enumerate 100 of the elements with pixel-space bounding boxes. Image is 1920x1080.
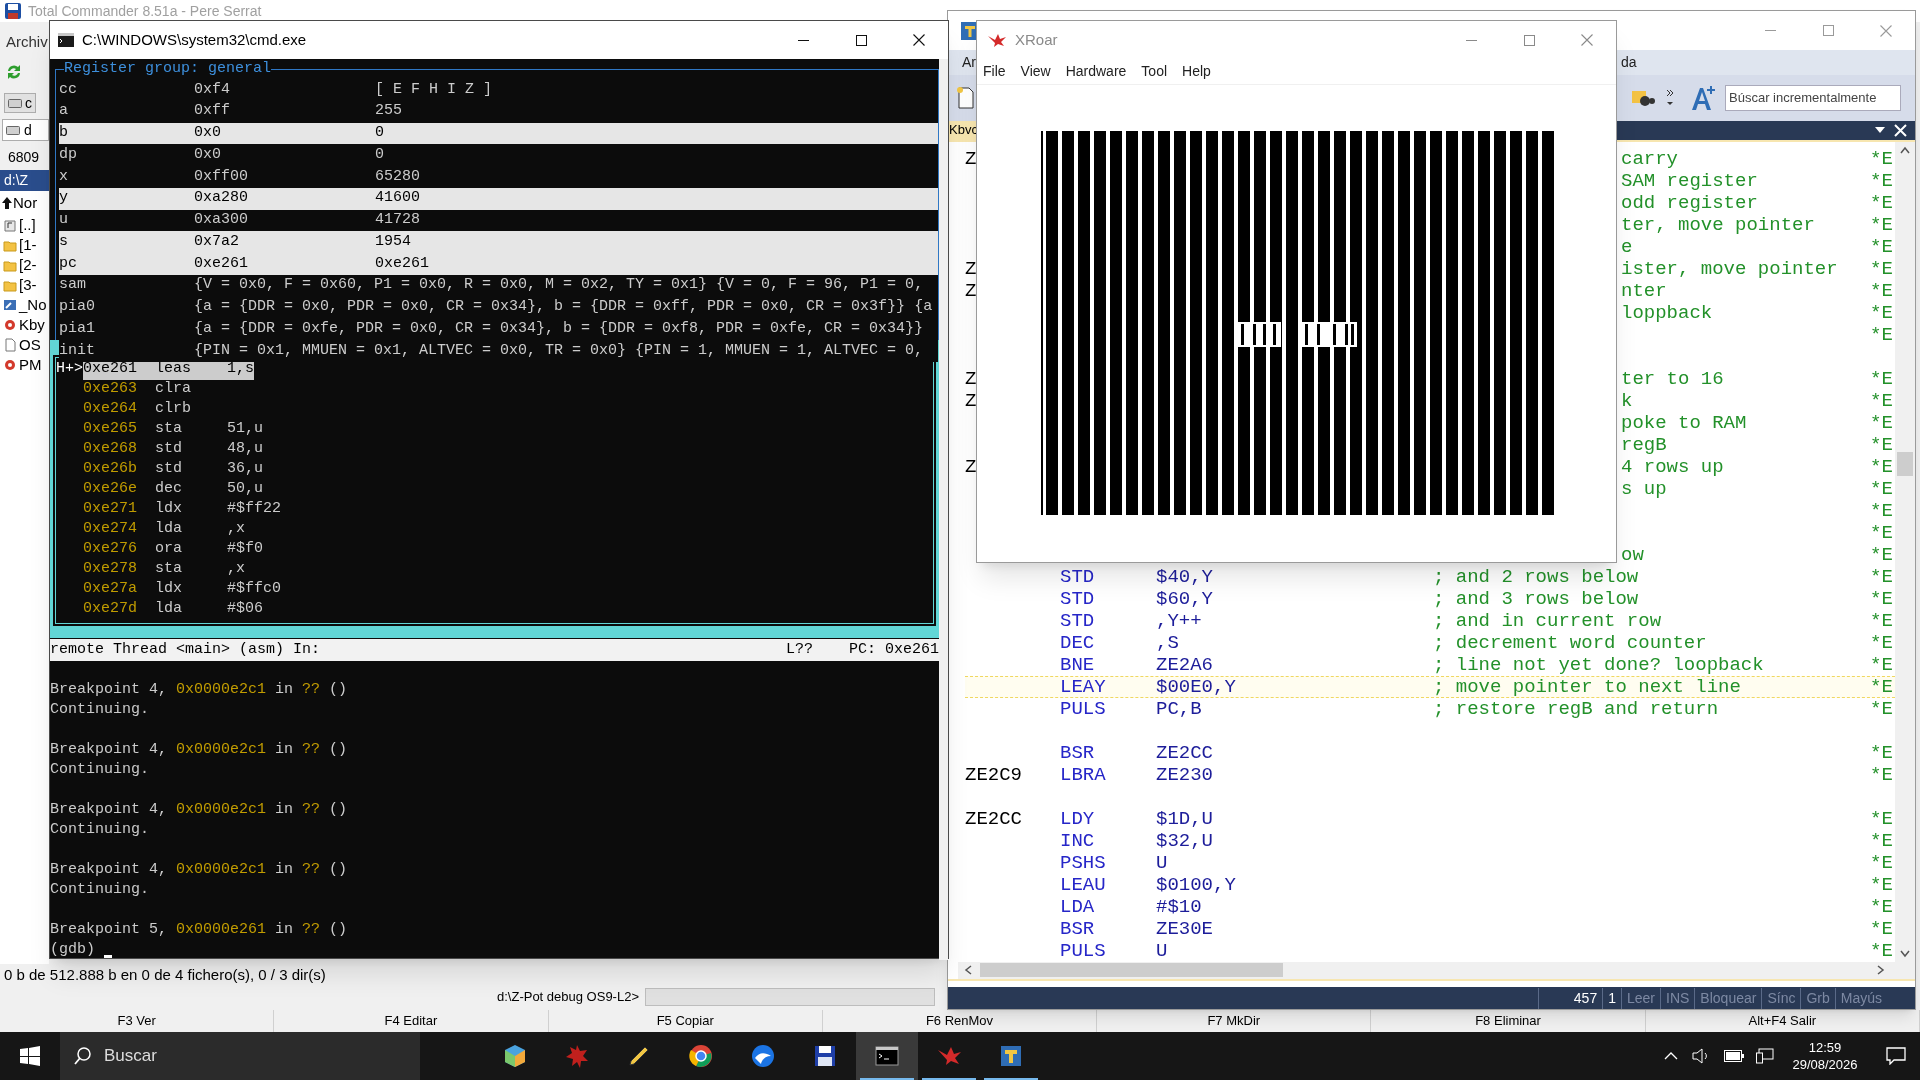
- menu-item[interactable]: Archiv: [6, 30, 48, 54]
- instruction-operand: $60,Y: [1156, 587, 1213, 610]
- menu-item[interactable]: Tool: [1141, 61, 1168, 82]
- menu-item[interactable]: Ar: [962, 54, 976, 71]
- scrollbar[interactable]: [939, 59, 948, 960]
- instruction-mnemonic: STD: [1060, 587, 1095, 610]
- code-comment: ; line not yet done? loopback: [1433, 653, 1764, 676]
- code-comment: odd register: [1621, 191, 1758, 214]
- scroll-left-icon[interactable]: [964, 965, 972, 976]
- line-label: ZE2C9: [965, 763, 1022, 786]
- code-comment: SAM register: [1621, 169, 1758, 192]
- instruction-mnemonic: STD: [1060, 565, 1095, 588]
- search-field[interactable]: Búscar incrementalmente: [1725, 84, 1901, 111]
- terminal-icon: [58, 33, 74, 47]
- line-marker: *E: [1870, 235, 1893, 258]
- line-marker: *E: [1870, 455, 1893, 478]
- line-marker: *E: [1870, 851, 1893, 874]
- round-logo-icon: [689, 1044, 713, 1068]
- drive-icon: [6, 125, 20, 135]
- disassembly-line: 0xe27a ldx #$ffc0: [82, 579, 282, 599]
- command-field[interactable]: [645, 988, 935, 1006]
- column-header[interactable]: Nor: [2, 191, 38, 215]
- network-icon[interactable]: [1756, 1048, 1774, 1064]
- menu-item[interactable]: View: [1020, 61, 1051, 82]
- instruction-operand: #$10: [1156, 895, 1202, 918]
- scroll-right-icon[interactable]: [1877, 965, 1885, 976]
- register-value: 1954: [375, 231, 411, 252]
- scroll-up-icon[interactable]: [1900, 145, 1910, 154]
- instruction-operand: $40,Y: [1156, 565, 1213, 588]
- line-marker: *E: [1870, 543, 1893, 566]
- menu-item[interactable]: Help: [1182, 61, 1211, 82]
- code-comment: e: [1621, 235, 1633, 258]
- scrollbar-thumb[interactable]: [1897, 451, 1913, 476]
- window-title: C:\WINDOWS\system32\cmd.exe: [82, 29, 307, 50]
- status-text: remote Thread <main> (asm) In:: [50, 639, 321, 660]
- up-arrow-icon: [2, 197, 12, 209]
- disassembly-line: 0xe26e dec 50,u: [82, 479, 264, 499]
- menu-item[interactable]: da: [1621, 52, 1637, 74]
- scrollbar[interactable]: [1895, 141, 1915, 962]
- line-marker: *E: [1870, 807, 1893, 830]
- path-bar[interactable]: d:\Z: [0, 170, 49, 191]
- register-value: {PIN = 0x1, MMUEN = 0x1, ALTVEC = 0x0, TR = 0x0}: [194, 340, 628, 361]
- status-item: Mayús: [1834, 987, 1887, 1009]
- code-comment: ; restore regB and return: [1433, 697, 1719, 720]
- menu-item[interactable]: File: [983, 61, 1006, 82]
- globe-icon: [751, 1044, 775, 1068]
- logo-icon: [987, 33, 1007, 47]
- register-value: 0xe261: [375, 253, 429, 274]
- instruction-mnemonic: DEC: [1060, 631, 1095, 654]
- code-comment: ; and in current row: [1433, 609, 1662, 632]
- register-value: 0: [375, 144, 384, 165]
- dropdown-arrow-icon[interactable]: [1874, 126, 1886, 135]
- disassembly-line: 0xe274 lda ,x: [82, 519, 246, 539]
- status-item: Sínc: [1761, 987, 1801, 1009]
- instruction-operand: $0100,Y: [1156, 873, 1236, 896]
- code-comment: 4 rows up: [1621, 455, 1724, 478]
- line-marker: *E: [1870, 939, 1893, 962]
- line-marker: *E: [1870, 301, 1893, 324]
- line-marker: *E: [1870, 697, 1893, 720]
- scrollbar-thumb[interactable]: [980, 963, 1283, 978]
- battery-icon[interactable]: [1724, 1050, 1744, 1062]
- line-label: Z: [965, 147, 977, 170]
- register-name: cc: [59, 79, 78, 100]
- clock-time[interactable]: 12:59: [1808, 1039, 1842, 1056]
- text-cursor: [104, 954, 112, 958]
- instruction-mnemonic: LDA: [1060, 895, 1095, 918]
- instruction-operand: PC,B: [1156, 697, 1202, 720]
- file-icon: [3, 338, 17, 352]
- instruction-operand: ZE30E: [1156, 917, 1213, 940]
- register-name: x: [59, 166, 69, 187]
- close-icon[interactable]: [1894, 123, 1907, 137]
- chevron-up-icon[interactable]: [1664, 1052, 1678, 1060]
- line-marker: *E: [1870, 257, 1893, 280]
- close-icon: [1880, 24, 1892, 37]
- line-marker: *E: [1870, 829, 1893, 852]
- taskbar-app-button[interactable]: [856, 1032, 918, 1080]
- register-value: 41728: [375, 210, 420, 231]
- instruction-mnemonic: LDY: [1060, 807, 1095, 830]
- drive-dropdown[interactable]: d: [2, 119, 49, 141]
- code-comment: loppback: [1621, 301, 1713, 324]
- search-field[interactable]: Buscar: [60, 1032, 420, 1080]
- clock-date[interactable]: 29/08/2026: [1792, 1056, 1858, 1073]
- drive-button[interactable]: c: [4, 93, 36, 113]
- shortcut-icon: [3, 298, 17, 312]
- line-marker: *E: [1870, 499, 1893, 522]
- maximize-icon: [1822, 25, 1834, 37]
- line-marker: *E: [1870, 675, 1893, 698]
- scroll-down-icon[interactable]: [1900, 949, 1910, 958]
- terminal-icon: [875, 1044, 899, 1068]
- menu-item[interactable]: Hardware: [1065, 61, 1127, 82]
- speaker-icon[interactable]: [1692, 1048, 1710, 1064]
- line-marker: *E: [1870, 279, 1893, 302]
- pencil-icon: [627, 1044, 651, 1068]
- instruction-operand: ,Y++: [1156, 609, 1202, 632]
- register-name: pia0: [59, 297, 96, 318]
- close-icon: [1581, 34, 1593, 46]
- new-document-icon[interactable]: [956, 86, 976, 109]
- register-value: 0x7a2: [194, 231, 240, 252]
- register-value: 0xf4: [194, 79, 231, 100]
- line-marker: *E: [1870, 411, 1893, 434]
